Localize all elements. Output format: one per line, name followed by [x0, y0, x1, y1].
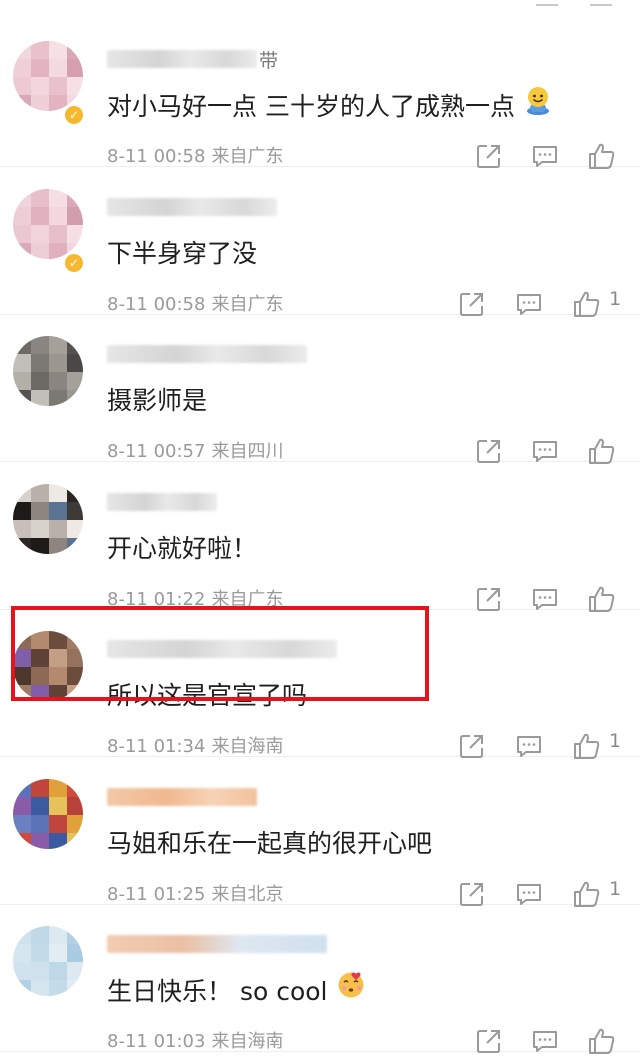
comment-time: 8-11 00:58	[107, 146, 206, 167]
share-icon[interactable]	[457, 289, 487, 319]
smiling-face-emoji	[523, 85, 553, 125]
comment-item[interactable]: 所以这是官宣了吗 8-11 01:34 来自海南 1	[0, 610, 640, 759]
avatar[interactable]	[13, 336, 83, 406]
reply-comment-icon[interactable]	[530, 1026, 560, 1056]
comment-meta: 8-11 01:25 来自北京	[107, 880, 283, 906]
comment-item[interactable]: 摄影师是 8-11 00:57 来自四川	[0, 315, 640, 464]
top-partial-bar	[0, 0, 640, 18]
share-icon[interactable]	[457, 731, 487, 761]
comment-text-content: 下半身穿了没	[107, 238, 258, 268]
reply-comment-icon[interactable]	[530, 436, 560, 466]
username[interactable]	[107, 785, 257, 809]
username[interactable]	[107, 195, 277, 219]
heart-kiss-face-emoji	[336, 970, 366, 1010]
like-icon[interactable]	[586, 584, 616, 614]
like-count: 1	[609, 287, 622, 310]
comment-time: 8-11 01:22	[107, 588, 206, 610]
username[interactable]	[107, 932, 327, 956]
comment-meta: 8-11 01:34 来自海南	[107, 732, 283, 758]
comment-location: 来自海南	[211, 736, 284, 757]
avatar[interactable]	[13, 41, 83, 111]
reply-comment-icon[interactable]	[530, 584, 560, 614]
comment-text-content: 马姐和乐在一起真的很开心吧	[107, 828, 433, 858]
username-blurred	[107, 935, 327, 953]
username[interactable]	[107, 490, 217, 514]
username-blurred	[107, 787, 257, 806]
share-icon[interactable]	[474, 436, 504, 466]
comment-item[interactable]: ✓ 下半身穿了没 8-11 00:58 来自广东 1	[0, 168, 640, 317]
comment-time: 8-11 01:25	[107, 883, 206, 905]
share-icon[interactable]	[474, 584, 504, 614]
comment-time: 8-11 01:34	[107, 736, 206, 757]
comment-text: 所以这是官宣了吗	[107, 678, 307, 714]
comment-meta: 8-11 01:22 来自广东	[107, 585, 283, 611]
avatar[interactable]	[13, 631, 83, 701]
comment-location: 来自广东	[211, 146, 284, 167]
username[interactable]	[107, 637, 337, 661]
username-suffix: 带	[259, 49, 279, 72]
avatar[interactable]	[13, 926, 83, 996]
comment-text-content: 对小马好一点 三十岁的人了成熟一点	[107, 92, 515, 121]
comment-text: 开心就好啦！	[107, 531, 257, 567]
username[interactable]: 带	[107, 47, 279, 72]
like-icon[interactable]	[590, 0, 612, 6]
like-icon[interactable]	[571, 731, 601, 761]
comment-location: 来自北京	[211, 883, 284, 905]
comment-location: 来自广东	[211, 588, 284, 610]
like-icon[interactable]	[571, 879, 601, 909]
username[interactable]	[107, 342, 307, 366]
comment-text: 摄影师是	[107, 383, 207, 419]
comment-time: 8-11 01:03	[107, 1031, 206, 1052]
comment-meta: 8-11 00:58 来自广东	[107, 290, 283, 316]
avatar[interactable]	[13, 188, 83, 259]
like-icon[interactable]	[586, 436, 616, 466]
comment-text-content: 生日快乐！ so cool	[107, 977, 328, 1006]
comment-item[interactable]: 开心就好啦！ 8-11 01:22 来自广东	[0, 463, 640, 612]
comment-location: 来自广东	[211, 293, 284, 315]
like-icon[interactable]	[586, 1026, 616, 1056]
like-icon[interactable]	[571, 289, 601, 319]
username-blurred	[107, 50, 257, 68]
verified-badge-icon: ✓	[63, 251, 85, 274]
comment-location: 来自海南	[211, 1031, 284, 1052]
comment-text: 下半身穿了没	[107, 236, 257, 272]
comment-text: 生日快乐！ so cool	[107, 970, 366, 1013]
share-icon[interactable]	[474, 1026, 504, 1056]
reply-comment-icon[interactable]	[514, 879, 544, 909]
comment-meta: 8-11 01:03 来自海南	[107, 1027, 283, 1053]
like-count: 1	[609, 877, 622, 900]
username-blurred	[107, 492, 217, 511]
comment-text-content: 所以这是官宣了吗	[107, 681, 308, 710]
comment-item[interactable]: 马姐和乐在一起真的很开心吧 8-11 01:25 来自北京 1	[0, 758, 640, 907]
username-blurred	[107, 197, 277, 216]
comment-meta: 8-11 00:58 来自广东	[107, 142, 283, 168]
comment-text: 对小马好一点 三十岁的人了成熟一点	[107, 85, 553, 128]
comment-time: 8-11 00:57	[107, 441, 206, 462]
comment-location: 来自四川	[211, 441, 284, 462]
share-icon[interactable]	[457, 879, 487, 909]
verified-badge-icon: ✓	[63, 104, 85, 126]
username-blurred	[107, 640, 337, 658]
avatar[interactable]	[13, 483, 83, 554]
like-icon[interactable]	[586, 141, 616, 171]
reply-comment-icon[interactable]	[514, 289, 544, 319]
reply-comment-icon[interactable]	[514, 731, 544, 761]
comment-text-content: 摄影师是	[107, 386, 208, 415]
comment-item[interactable]: 生日快乐！ so cool 8-11 01:03 来自海南	[0, 905, 640, 1054]
comment-text-content: 开心就好啦！	[107, 533, 258, 563]
reply-comment-icon[interactable]	[530, 141, 560, 171]
avatar[interactable]	[13, 778, 83, 849]
share-icon[interactable]	[474, 141, 504, 171]
comment-meta: 8-11 00:57 来自四川	[107, 437, 283, 463]
comment-item[interactable]: ✓ 带对小马好一点 三十岁的人了成熟一点 8-11 00:58 来自广东	[0, 20, 640, 169]
like-count: 1	[609, 730, 622, 752]
share-icon[interactable]	[536, 0, 558, 6]
comment-time: 8-11 00:58	[107, 293, 206, 315]
username-blurred	[107, 345, 307, 363]
comment-text: 马姐和乐在一起真的很开心吧	[107, 826, 432, 862]
